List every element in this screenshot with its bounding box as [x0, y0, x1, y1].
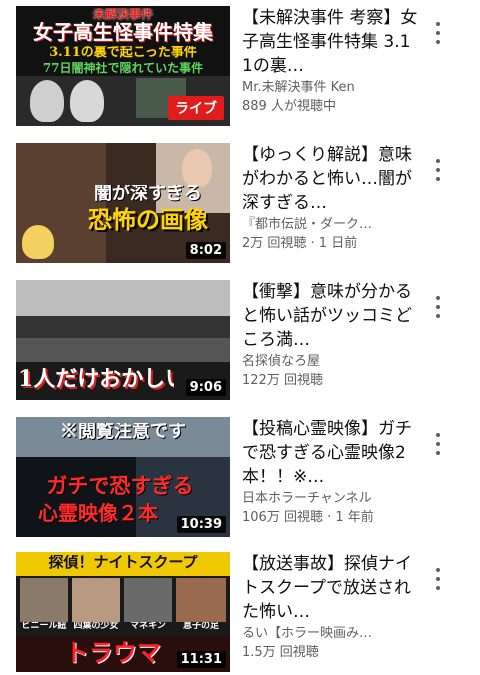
channel-name[interactable]: 名探偵なろ屋: [242, 352, 418, 371]
video-stats: 889 人が視聴中: [242, 99, 336, 114]
duration-badge: 11:31: [176, 651, 226, 668]
video-title[interactable]: 【放送事故】探偵ナイトスクープで放送された怖い…: [242, 552, 418, 624]
video-stats: 2万 回視聴 · 1 日前: [242, 236, 358, 251]
video-item[interactable]: 1人だけおかしい 9:06 【衝撃】意味が分かると怖い話がツッコミどころ満… 名…: [0, 274, 480, 402]
thumbnail-caption: 四葉の少女: [73, 622, 119, 631]
thumbnail-caption: 未解決事件: [92, 8, 153, 21]
thumbnail-caption: 心霊映像２本: [38, 503, 158, 524]
channel-name[interactable]: 『都市伝説・ダーク…: [242, 215, 418, 234]
video-title[interactable]: 【未解決事件 考察】女子高生怪事件特集 3.11の裏…: [242, 6, 418, 78]
duration-badge: 10:39: [176, 516, 226, 533]
video-thumbnail[interactable]: 未解決事件 女子高生怪事件特集 3.11の裏で起こった事件 77日闇神社で隠れて…: [16, 6, 230, 126]
duration-badge: 8:02: [185, 242, 226, 259]
kebab-vertical-icon[interactable]: [428, 564, 448, 594]
thumbnail-caption: トラウマ: [65, 640, 161, 666]
video-meta: 【ゆっくり解説】意味がわかると怖い…闇が深すぎる… 『都市伝説・ダーク… 2万 …: [242, 143, 418, 253]
channel-name[interactable]: Mr.未解決事件 Ken: [242, 78, 418, 97]
kebab-vertical-icon[interactable]: [428, 155, 448, 185]
video-thumbnail[interactable]: 1人だけおかしい 9:06: [16, 280, 230, 400]
thumbnail-caption: ビニール紐: [21, 622, 67, 631]
live-badge: ライブ: [168, 96, 224, 120]
thumbnail-caption: 3.11の裏で起こった事件: [49, 46, 197, 60]
duration-badge: 9:06: [185, 379, 226, 396]
video-title[interactable]: 【投稿心霊映像】ガチで恐すぎる心霊映像2本！！※…: [242, 417, 418, 489]
video-item[interactable]: ※閲覧注意です ガチで恐すぎる 心霊映像２本 10:39 【投稿心霊映像】ガチで…: [0, 411, 480, 539]
kebab-vertical-icon[interactable]: [428, 18, 448, 48]
thumbnail-caption: ガチで恐すぎる: [46, 475, 194, 498]
kebab-vertical-icon[interactable]: [428, 429, 448, 459]
thumbnail-caption: マネキン: [130, 622, 166, 631]
video-feed: 未解決事件 女子高生怪事件特集 3.11の裏で起こった事件 77日闇神社で隠れて…: [0, 0, 480, 675]
video-stats: 1.5万 回視聴: [242, 645, 319, 660]
thumbnail-caption: 女子高生怪事件特集: [33, 22, 213, 43]
thumbnail-caption: 息子の足: [182, 622, 219, 631]
video-title[interactable]: 【衝撃】意味が分かると怖い話がツッコミどころ満…: [242, 280, 418, 352]
video-meta: 【衝撃】意味が分かると怖い話がツッコミどころ満… 名探偵なろ屋 122万 回視聴: [242, 280, 418, 390]
video-meta: 【未解決事件 考察】女子高生怪事件特集 3.11の裏… Mr.未解決事件 Ken…: [242, 6, 418, 116]
video-stats: 106万 回視聴 · 1 年前: [242, 510, 374, 525]
video-item[interactable]: 未解決事件 女子高生怪事件特集 3.11の裏で起こった事件 77日闇神社で隠れて…: [0, 0, 480, 128]
thumbnail-caption: ※閲覧注意です: [60, 423, 186, 442]
video-thumbnail[interactable]: 闇が深すぎる 恐怖の画像 8:02: [16, 143, 230, 263]
thumbnail-caption: 恐怖の画像: [88, 207, 208, 233]
thumbnail-caption: 闇が深すぎる: [94, 185, 202, 204]
video-meta: 【投稿心霊映像】ガチで恐すぎる心霊映像2本！！※… 日本ホラーチャンネル 106…: [242, 417, 418, 527]
kebab-vertical-icon[interactable]: [428, 292, 448, 322]
video-item[interactable]: 闇が深すぎる 恐怖の画像 8:02 【ゆっくり解説】意味がわかると怖い…闇が深す…: [0, 137, 480, 265]
video-thumbnail[interactable]: ※閲覧注意です ガチで恐すぎる 心霊映像２本 10:39: [16, 417, 230, 537]
video-stats: 122万 回視聴: [242, 373, 323, 388]
thumbnail-caption: 77日闇神社で隠れていた事件: [42, 62, 204, 75]
video-thumbnail[interactable]: 探偵！ナイトスクープ ビニール紐 四葉の少女 マネキン 息子の足 トラウマ 11…: [16, 552, 230, 672]
video-title[interactable]: 【ゆっくり解説】意味がわかると怖い…闇が深すぎる…: [242, 143, 418, 215]
channel-name[interactable]: 日本ホラーチャンネル: [242, 489, 418, 508]
channel-name[interactable]: るい【ホラー映画み…: [242, 624, 418, 643]
thumbnail-caption: 1人だけおかしい: [18, 368, 174, 392]
video-meta: 【放送事故】探偵ナイトスクープで放送された怖い… るい【ホラー映画み… 1.5万…: [242, 552, 418, 662]
video-item[interactable]: 探偵！ナイトスクープ ビニール紐 四葉の少女 マネキン 息子の足 トラウマ 11…: [0, 546, 480, 674]
thumbnail-caption: 探偵！ナイトスクープ: [48, 555, 198, 571]
